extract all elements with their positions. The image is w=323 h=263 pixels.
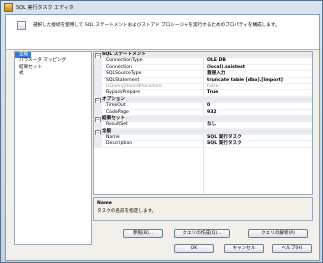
property-value[interactable]: SQL 実行タスク <box>207 141 242 147</box>
property-grid-body: − SQL ステートメント ConnectionType OLE DB Connecti… <box>94 52 312 148</box>
page-list: 全般 パラメータ マッピング 結果セット 式 <box>14 51 92 245</box>
nav-item-expressions[interactable]: 式 <box>15 71 91 77</box>
dialog-client-area: 選択した接続を使用して SQL ステートメントおよびストアド プロシージャを実行… <box>5 14 320 261</box>
build-query-button[interactable]: クエリの作成(Q)... <box>174 229 230 238</box>
help-button[interactable]: ヘルプ(H) <box>272 244 312 253</box>
ok-button[interactable]: OK <box>174 244 214 253</box>
property-row[interactable]: Description SQL 実行タスク <box>94 141 312 148</box>
title-bar[interactable]: SQL 実行タスク エディタ <box>1 1 322 14</box>
window-title: SQL 実行タスク エディタ <box>16 5 74 11</box>
property-description-panel: Name タスクの名前を指定します。 <box>93 197 313 221</box>
description-text: タスクの名前を指定します。 <box>97 209 157 214</box>
task-icon <box>4 3 13 12</box>
banner-text: 選択した接続を使用して SQL ステートメントおよびストアド プロシージャを実行… <box>33 23 280 28</box>
header-banner: 選択した接続を使用して SQL ステートメントおよびストアド プロシージャを実行… <box>6 15 319 50</box>
property-name: Description <box>106 141 133 147</box>
description-title: Name <box>97 201 112 206</box>
browse-button[interactable]: 参照(B)... <box>123 229 163 238</box>
info-icon <box>17 21 26 30</box>
property-grid: − SQL ステートメント ConnectionType OLE DB Connecti… <box>93 51 313 195</box>
dialog-window: SQL 実行タスク エディタ 選択した接続を使用して SQL ステートメントおよ… <box>0 0 323 263</box>
parse-query-button[interactable]: クエリの解析(P) <box>248 229 308 238</box>
cancel-button[interactable]: キャンセル <box>224 244 264 253</box>
